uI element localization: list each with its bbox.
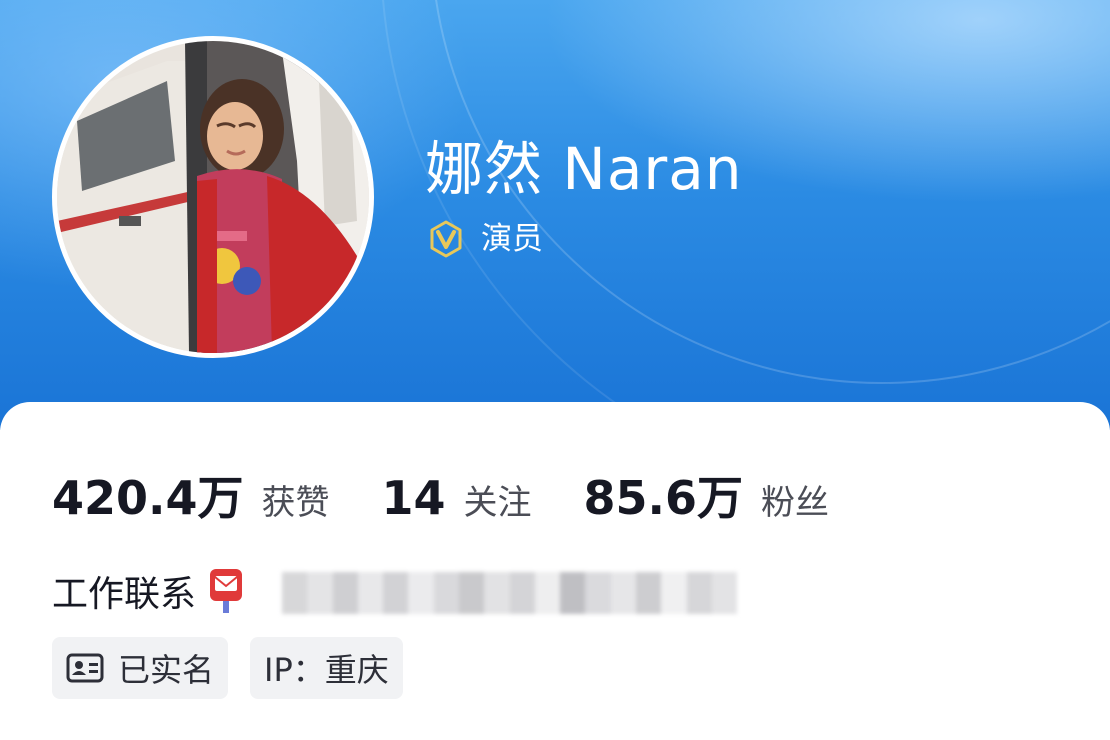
stat-followers-label: 粉丝: [761, 483, 830, 523]
verification-row: 演员: [427, 218, 543, 260]
stat-followers[interactable]: 85.6万 粉丝: [584, 462, 830, 528]
avatar-photo: [57, 41, 369, 353]
stat-following-label: 关注: [463, 483, 532, 523]
real-name-tag[interactable]: 已实名: [52, 637, 229, 699]
ip-location-label: IP：重庆: [264, 651, 389, 689]
profile-tags: 已实名 IP：重庆: [52, 637, 425, 699]
work-contact-value-redacted[interactable]: [282, 572, 737, 614]
profile-stats: 420.4万 获赞 14 关注 85.6万 粉丝: [52, 462, 829, 528]
stat-followers-value: 85.6万: [583, 471, 744, 525]
stat-following-value: 14: [381, 471, 446, 525]
stat-likes[interactable]: 420.4万 获赞: [52, 462, 330, 528]
mailbox-icon: [210, 569, 243, 613]
real-name-label: 已实名: [118, 651, 215, 689]
profile-avatar[interactable]: [52, 36, 374, 358]
stat-likes-label: 获赞: [261, 483, 330, 523]
profile-name: 娜然 Naran: [425, 135, 743, 203]
verified-v-icon: [430, 220, 462, 258]
stat-likes-value: 420.4万: [52, 471, 244, 525]
banner-decoration: [380, 0, 1110, 430]
ip-location-tag[interactable]: IP：重庆: [250, 637, 403, 699]
verified-title: 演员: [481, 221, 543, 257]
work-contact-row: 工作联系: [52, 565, 244, 617]
work-contact-label: 工作联系: [52, 574, 197, 615]
stat-following[interactable]: 14 关注: [382, 471, 532, 525]
id-card-icon: [66, 653, 104, 683]
